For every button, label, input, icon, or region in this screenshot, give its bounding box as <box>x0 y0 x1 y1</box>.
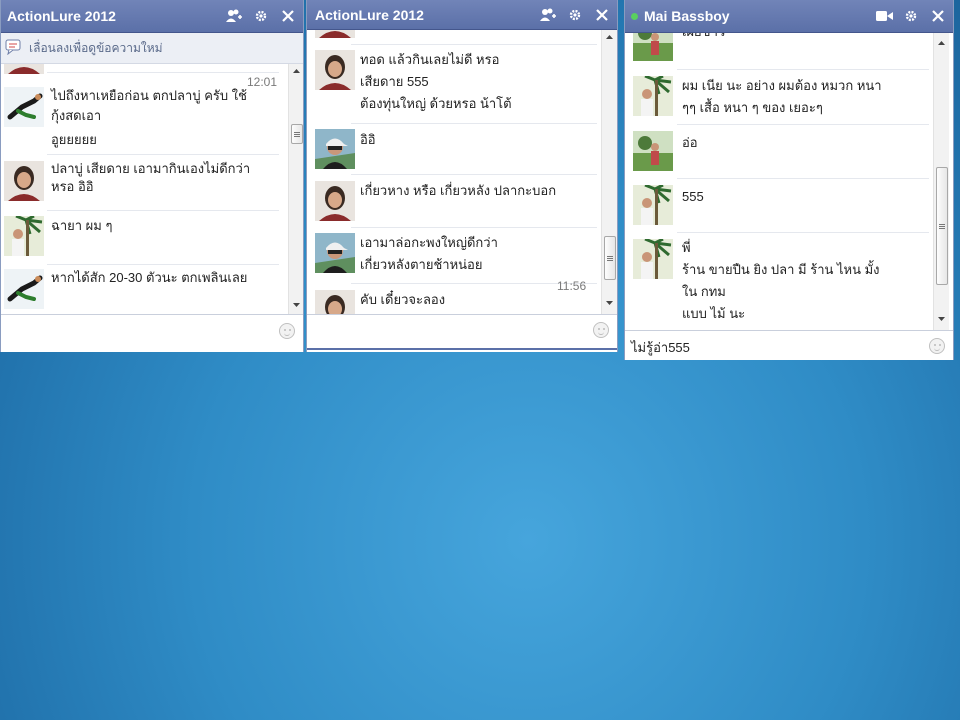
new-messages-notice[interactable]: เลื่อนลงเพื่อดูข้อความใหม่ <box>1 33 303 64</box>
scroll-up-button[interactable] <box>602 30 617 44</box>
scrollbar-thumb[interactable] <box>604 236 616 280</box>
message-input[interactable] <box>1 314 303 348</box>
smiley-icon[interactable] <box>593 322 609 338</box>
message-input[interactable] <box>307 314 617 348</box>
gear-icon[interactable] <box>252 7 270 25</box>
avatar <box>4 216 44 256</box>
message-line: ๆๆ เสื้อ หนา ๆ ของ เยอะๆ <box>682 100 823 115</box>
message-line: เอามาล่อกะพงใหญ่ดีกว่า <box>360 235 498 250</box>
avatar <box>633 239 673 279</box>
separator <box>351 123 597 124</box>
separator <box>351 227 597 228</box>
avatar <box>315 129 355 169</box>
avatar <box>4 64 44 74</box>
separator <box>47 154 279 155</box>
message-line: เกี่ยวหลังตายช้าหน่อย <box>360 257 483 272</box>
avatar <box>4 269 44 309</box>
add-friends-icon[interactable] <box>225 7 243 25</box>
scroll-down-button[interactable] <box>934 312 949 326</box>
message-line: เสียดาย 555 <box>360 74 429 89</box>
chat-title: Mai Bassboy <box>644 8 730 24</box>
message-line: แบบ ไม้ นะ <box>682 306 746 321</box>
message-line: ใน กทม <box>682 284 726 299</box>
separator <box>677 232 929 233</box>
smiley-icon[interactable] <box>929 338 945 354</box>
smiley-icon[interactable] <box>279 323 295 339</box>
avatar <box>315 233 355 273</box>
message-line: เกี่ยวหาง หรือ เกี่ยวหลัง ปลากะบอก <box>360 183 557 198</box>
close-icon[interactable] <box>929 7 947 25</box>
message-line: ผม เนีย นะ อย่าง ผมต้อง หมวก หนา <box>682 78 882 93</box>
scrollbar[interactable] <box>933 33 949 330</box>
message-line: ฉายา ผม ๆ <box>51 218 113 233</box>
scroll-down-button[interactable] <box>602 296 617 310</box>
separator <box>677 69 929 70</box>
chat-title: ActionLure 2012 <box>7 8 116 24</box>
separator <box>47 210 279 211</box>
avatar <box>633 185 673 225</box>
notice-text: เลื่อนลงเพื่อดูข้อความใหม่ <box>29 40 163 55</box>
message-input-value: ไม่รู้อ่า555 <box>631 340 690 355</box>
gear-icon[interactable] <box>566 6 584 24</box>
avatar <box>315 181 355 221</box>
message-line: ต้องทุ่นใหญ่ ด้วยหรอ น้าโต้ <box>360 96 512 111</box>
message-line: ร้าน ขายปืน ยิง ปลา มี ร้าน ไหน มั้ง <box>682 262 880 277</box>
chat-window-actionlure-1: ActionLure 2012 เลื่อนลงเพื่อดูข้อความให… <box>0 0 304 352</box>
avatar <box>4 87 44 127</box>
message-line: กุ้งสดเอา <box>51 108 102 123</box>
message-list[interactable]: เผยข่าว ผม เนีย นะ อย่าง ผมต้อง หมวก หนา… <box>625 33 933 330</box>
avatar <box>315 50 355 90</box>
chat-title: ActionLure 2012 <box>315 6 424 23</box>
separator <box>677 124 929 125</box>
close-icon[interactable] <box>593 6 611 24</box>
message-line: อูยยยยย <box>51 132 97 147</box>
scroll-down-button[interactable] <box>289 298 303 312</box>
message-line: ทอด แล้วกินเลยไม่ดี หรอ <box>360 52 500 67</box>
message-line: พี่ <box>682 240 691 255</box>
window-bottom-edge <box>307 348 617 350</box>
separator <box>677 178 929 179</box>
chat-window-actionlure-2: ActionLure 2012 ทอด แล้วกินเลยไม่ดี หรอ … <box>306 0 618 352</box>
message-line: ไปถึงหาเหยือก่อน ตกปลาบู่ ครับ ใช้ <box>51 88 247 103</box>
avatar <box>315 30 355 38</box>
gear-icon[interactable] <box>902 7 920 25</box>
separator <box>47 72 279 73</box>
avatar <box>4 161 44 201</box>
chat-header[interactable]: ActionLure 2012 <box>1 0 303 33</box>
avatar <box>315 290 355 314</box>
avatar <box>633 33 673 61</box>
message-line: เผยข่าว <box>682 33 928 43</box>
message-list[interactable]: ทอด แล้วกินเลยไม่ดี หรอ เสียดาย 555 ต้อง… <box>307 30 601 314</box>
message-list[interactable]: 12:01 ไปถึงหาเหยือก่อน ตกปลาบู่ ครับ ใช้… <box>1 64 289 314</box>
scrollbar[interactable] <box>601 30 617 314</box>
separator <box>351 44 597 45</box>
scrollbar-thumb[interactable] <box>936 167 948 285</box>
scrollbar-thumb[interactable] <box>291 124 303 144</box>
separator <box>351 174 597 175</box>
message-line: อ่อ <box>682 135 698 150</box>
online-status-icon <box>631 12 638 20</box>
scrollbar[interactable] <box>288 64 303 314</box>
chat-header[interactable]: ActionLure 2012 <box>307 0 617 30</box>
scroll-up-button[interactable] <box>289 64 303 78</box>
chat-bubble-icon <box>5 39 23 58</box>
chat-window-mai-bassboy: Mai Bassboy เผยข่าว ผม เนีย นะ อย่าง ผมต… <box>624 0 954 360</box>
message-line: อิอิ <box>360 132 376 147</box>
close-icon[interactable] <box>279 7 297 25</box>
avatar <box>633 131 673 171</box>
scroll-up-button[interactable] <box>934 36 949 50</box>
separator <box>47 264 279 265</box>
message-line: 555 <box>682 189 704 204</box>
video-call-icon[interactable] <box>875 7 893 25</box>
message-line: คับ เดี๋ยวจะลอง <box>360 292 446 307</box>
message-input[interactable]: ไม่รู้อ่า555 <box>625 330 953 360</box>
avatar <box>633 76 673 116</box>
add-friends-icon[interactable] <box>539 6 557 24</box>
chat-header[interactable]: Mai Bassboy <box>625 0 953 33</box>
message-line: หากได้สัก 20-30 ตัวนะ ตกเพลินเลย <box>51 270 248 285</box>
